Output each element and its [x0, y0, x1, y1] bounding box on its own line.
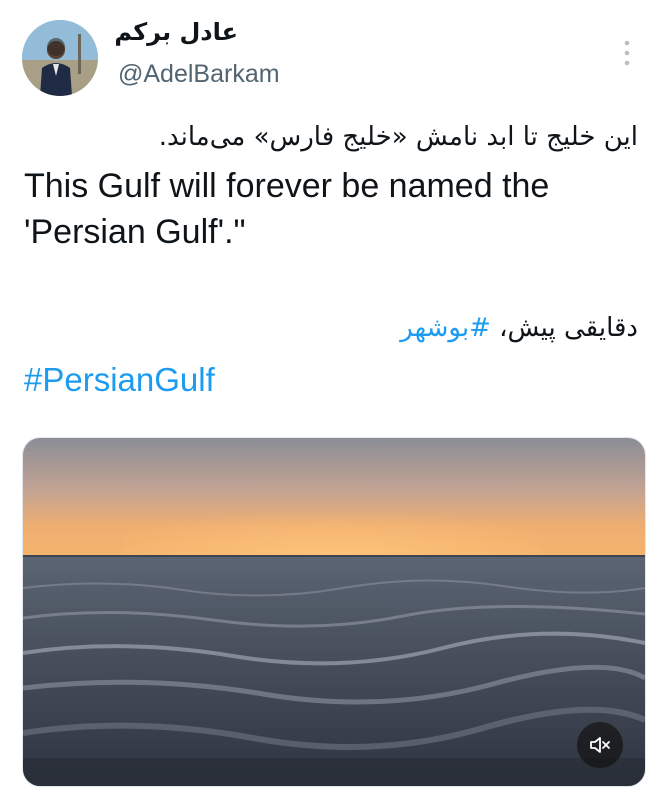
volume-muted-icon: [590, 737, 610, 753]
more-vertical-icon: [624, 40, 630, 66]
more-options-button[interactable]: [617, 38, 637, 68]
sunset-sea-image: [23, 438, 645, 786]
tweet-text-persian: این خلیج تا ابد نامش «خلیج فارس» می‌ماند…: [158, 122, 638, 152]
mute-toggle-button[interactable]: [577, 722, 623, 768]
avatar[interactable]: [22, 20, 98, 96]
avatar-photo: [22, 20, 98, 96]
tweet-video[interactable]: [22, 437, 646, 787]
hashtag-persian-gulf[interactable]: #PersianGulf: [24, 361, 215, 399]
location-text: دقایقی پیش،: [490, 313, 638, 343]
tweet-location-line: دقایقی پیش، #بوشهر: [400, 313, 638, 343]
tweet-text-english: This Gulf will forever be named the 'Per…: [24, 167, 550, 251]
author-name[interactable]: عادل برکم: [108, 18, 238, 46]
author-handle[interactable]: @AdelBarkam: [118, 60, 280, 89]
hashtag-bushehr[interactable]: #بوشهر: [400, 313, 491, 343]
